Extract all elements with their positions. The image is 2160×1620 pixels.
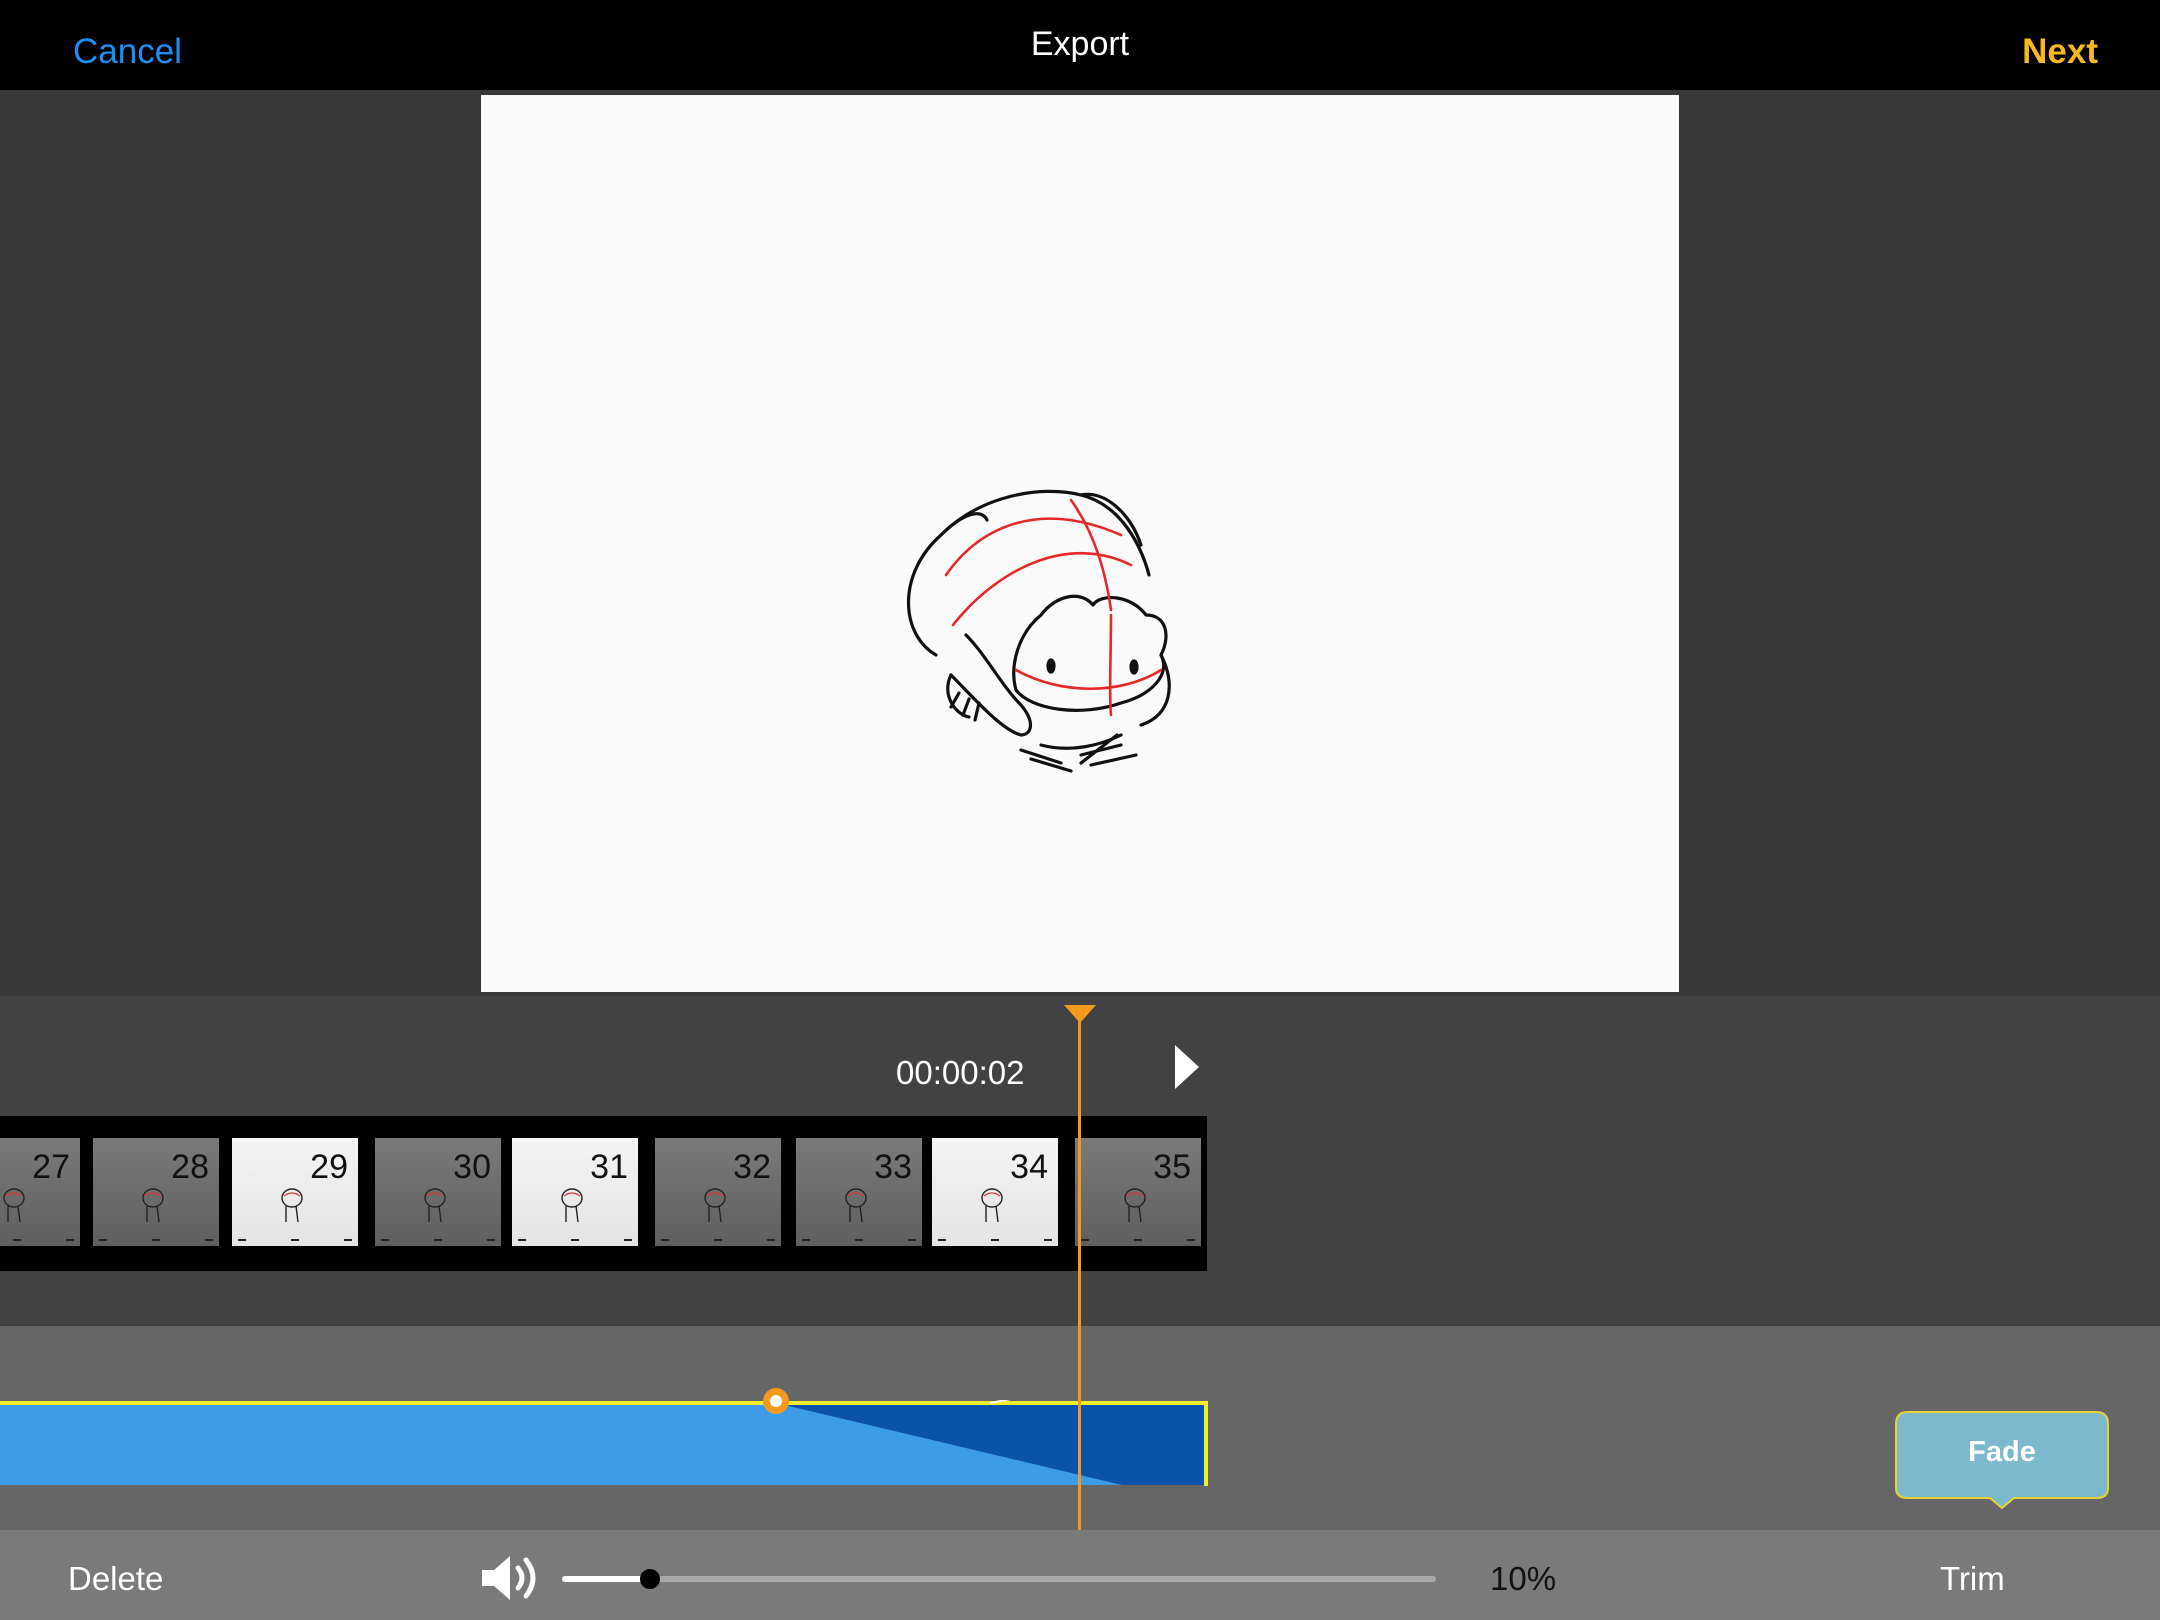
frame-thumbnail[interactable]: 31	[512, 1138, 638, 1246]
frame-thumbnail[interactable]: 29	[232, 1138, 358, 1246]
frog-drawing	[907, 489, 1171, 773]
frame-number: 29	[310, 1148, 348, 1186]
next-button[interactable]: Next	[2022, 32, 2098, 72]
frame-thumbnail[interactable]: 27	[0, 1138, 80, 1246]
frame-number: 35	[1153, 1148, 1191, 1186]
audio-clip[interactable]	[0, 1400, 1209, 1486]
fade-button-label: Fade	[1968, 1436, 2036, 1468]
frame-thumbnail[interactable]: 32	[655, 1138, 781, 1246]
playhead-marker-icon[interactable]	[1064, 1005, 1096, 1023]
page-title: Export	[1030, 25, 1130, 63]
frame-thumbnail[interactable]: 34	[932, 1138, 1058, 1246]
frame-ticks	[661, 1239, 775, 1243]
frame-sketch-icon	[1124, 1188, 1146, 1223]
bottom-toolbar	[0, 1530, 2160, 1620]
frame-sketch-icon	[981, 1188, 1003, 1223]
frame-ticks	[518, 1239, 632, 1243]
speaker-icon[interactable]	[480, 1550, 560, 1606]
delete-button[interactable]: Delete	[68, 1560, 163, 1598]
frame-number: 33	[874, 1148, 912, 1186]
frame-thumbnail[interactable]: 30	[375, 1138, 501, 1246]
frame-ticks	[238, 1239, 352, 1243]
frame-sketch-icon	[3, 1188, 25, 1223]
frame-thumbnail[interactable]: 28	[93, 1138, 219, 1246]
volume-slider-fill	[562, 1576, 650, 1582]
volume-slider[interactable]	[562, 1569, 1436, 1589]
frame-sketch-icon	[845, 1188, 867, 1223]
fade-button[interactable]: Fade	[1894, 1410, 2110, 1510]
frame-number: 30	[453, 1148, 491, 1186]
frame-number: 34	[1010, 1148, 1048, 1186]
timecode-display: 00:00:02	[896, 1054, 1025, 1091]
frame-sketch-icon	[142, 1188, 164, 1223]
frame-ticks	[381, 1239, 495, 1243]
frame-ticks	[99, 1239, 213, 1243]
frame-number: 32	[733, 1148, 771, 1186]
frame-number: 27	[32, 1148, 70, 1186]
volume-percent: 10%	[1490, 1560, 1557, 1597]
play-icon[interactable]	[1175, 1045, 1199, 1089]
playhead-line[interactable]	[1078, 1010, 1081, 1530]
animation-preview-canvas	[481, 95, 1679, 992]
frame-sketch-icon	[281, 1188, 303, 1223]
frame-number: 31	[590, 1148, 628, 1186]
frame-ticks	[802, 1239, 916, 1243]
frame-sketch-icon	[704, 1188, 726, 1223]
frame-thumbnail[interactable]: 35	[1075, 1138, 1201, 1246]
frame-ticks	[1081, 1239, 1195, 1243]
frame-number: 28	[171, 1148, 209, 1186]
fade-handle-icon[interactable]	[760, 1385, 792, 1417]
frame-thumbnail[interactable]: 33	[796, 1138, 922, 1246]
trim-button[interactable]: Trim	[1940, 1560, 2005, 1598]
frame-sketch-icon	[561, 1188, 583, 1223]
frame-ticks	[0, 1239, 74, 1243]
frame-ticks	[938, 1239, 1052, 1243]
frame-sketch-icon	[424, 1188, 446, 1223]
